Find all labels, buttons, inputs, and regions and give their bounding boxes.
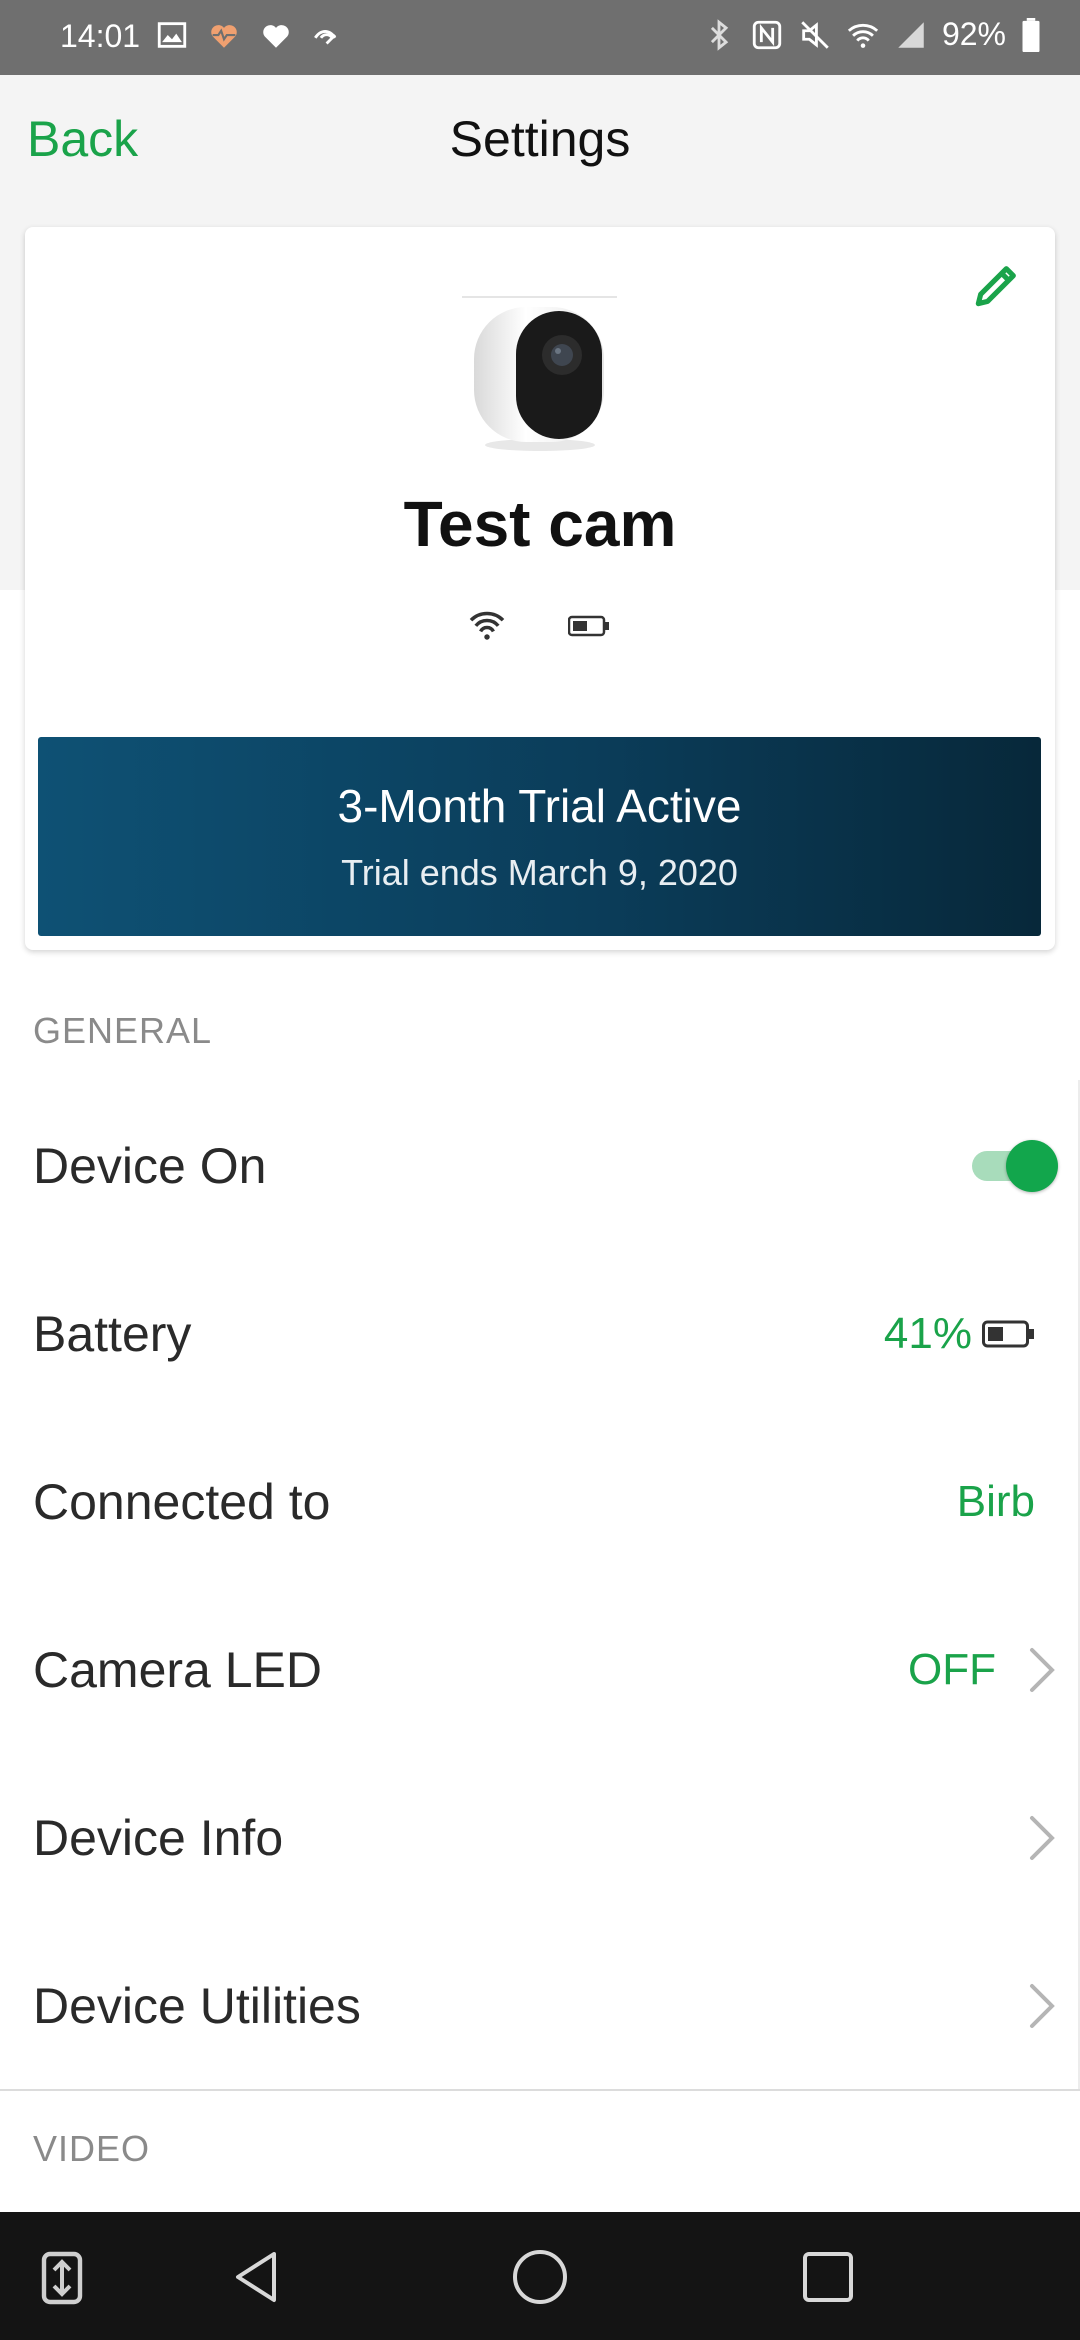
- toggle-knob: [1006, 1140, 1058, 1192]
- section-label-general: GENERAL: [33, 1010, 213, 1051]
- battery-label: Battery: [33, 1306, 192, 1362]
- chevron-right-icon: [1026, 1646, 1058, 1694]
- wifi-icon: [846, 18, 880, 52]
- pencil-icon[interactable]: [969, 257, 1025, 313]
- trial-subtitle: Trial ends March 9, 2020: [341, 852, 738, 893]
- device-on-label: Device On: [33, 1138, 267, 1194]
- trial-title: 3-Month Trial Active: [337, 780, 742, 832]
- signal-swirl-icon: [311, 18, 345, 52]
- device-on-toggle[interactable]: [972, 1136, 1058, 1196]
- battery-icon: [567, 615, 610, 637]
- row-device-info[interactable]: Device Info: [0, 1754, 1080, 1922]
- row-connected-to[interactable]: Connected to Birb: [0, 1418, 1080, 1586]
- battery-icon: [1020, 17, 1042, 52]
- navigation-bar: [0, 2212, 1080, 2340]
- camera-led-label: Camera LED: [33, 1642, 322, 1698]
- device-utilities-label: Device Utilities: [33, 1978, 361, 2034]
- chevron-right-icon: [1026, 1982, 1058, 2030]
- device-info-label: Device Info: [33, 1810, 284, 1866]
- battery-icon: [982, 1320, 1036, 1348]
- status-bar: 14:01 92%: [0, 0, 1080, 75]
- cell-signal-icon: [894, 18, 928, 52]
- gallery-icon: [155, 18, 189, 52]
- row-camera-led[interactable]: Camera LED OFF: [0, 1586, 1080, 1754]
- device-card: Test cam 3-Month Trial Active Trial ends…: [25, 227, 1055, 950]
- connected-to-value: Birb: [956, 1477, 1035, 1526]
- heart-icon: [259, 18, 293, 52]
- back-button[interactable]: Back: [27, 110, 138, 168]
- row-device-utilities[interactable]: Device Utilities: [0, 1922, 1080, 2090]
- status-left-icons: [155, 18, 345, 52]
- device-name: Test cam: [403, 488, 677, 560]
- section-label-video: VIDEO: [33, 2128, 151, 2169]
- back-triangle-icon[interactable]: [222, 2242, 292, 2312]
- chevron-right-icon: [1026, 1814, 1058, 1862]
- nfc-icon: [750, 18, 784, 52]
- status-time: 14:01: [60, 18, 141, 54]
- status-right-icons: 92%: [702, 16, 1042, 53]
- section-divider: [0, 2089, 1080, 2091]
- camera-image: [462, 295, 617, 455]
- camera-led-value: OFF: [908, 1645, 996, 1694]
- battery-value: 41%: [883, 1309, 972, 1358]
- bluetooth-icon: [702, 18, 736, 52]
- keyboard-switch-icon[interactable]: [32, 2242, 92, 2312]
- health-icon: [207, 18, 241, 52]
- connected-to-label: Connected to: [33, 1474, 331, 1530]
- mute-icon: [798, 18, 832, 52]
- row-battery: Battery 41%: [0, 1250, 1080, 1418]
- wifi-icon: [467, 609, 507, 641]
- trial-banner[interactable]: 3-Month Trial Active Trial ends March 9,…: [38, 737, 1041, 936]
- home-circle-icon[interactable]: [505, 2242, 575, 2312]
- status-battery-percent: 92%: [941, 16, 1006, 52]
- recents-square-icon[interactable]: [793, 2242, 863, 2312]
- row-device-on: Device On: [0, 1082, 1080, 1250]
